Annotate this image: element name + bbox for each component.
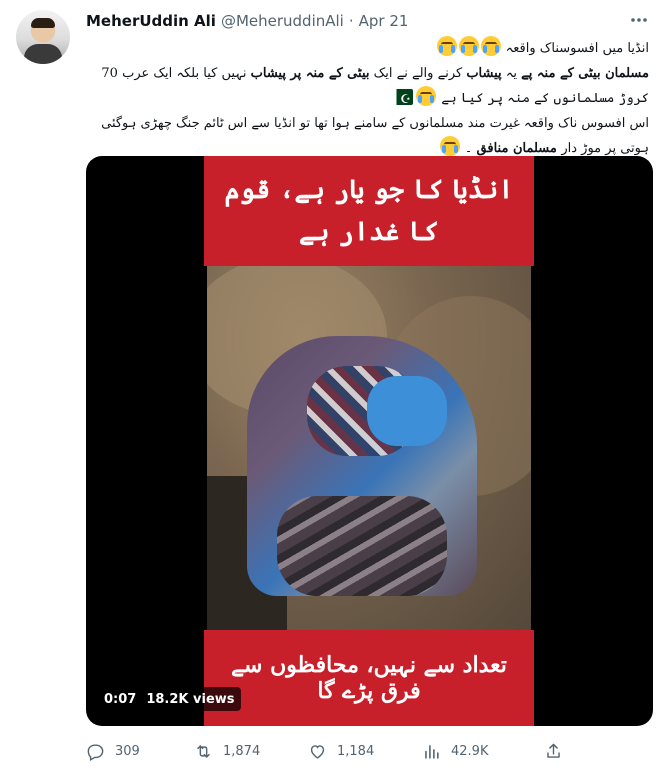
video-banner-top: انڈیا کا جو یار ہے، قوم کا غدار ہے (204, 156, 534, 266)
author-handle[interactable]: @MeheruddinAli (221, 12, 344, 30)
tweet-line-3: اس افسوس ناک واقعہ غیرت مند مسلمانوں کے … (86, 111, 649, 161)
clothing-pattern (277, 496, 447, 596)
retweet-button[interactable]: 1,874 (194, 742, 260, 761)
views-button[interactable]: 42.9K (422, 742, 488, 761)
avatar-hair (31, 18, 55, 28)
tweet-line-1-text: انڈیا میں افسوسناک واقعہ (505, 41, 649, 56)
crying-face-icon (439, 136, 460, 156)
crying-face-icon (480, 36, 501, 56)
tweet-line-2-bold-a: مسلمان بیٹی کے منہ پے (521, 66, 649, 81)
share-button[interactable] (544, 742, 563, 761)
more-icon[interactable] (629, 10, 649, 35)
video-stats-badge: 0:07 18.2K views (98, 687, 241, 711)
analytics-icon (425, 744, 439, 759)
tweet-text: انڈیا میں افسوسناک واقعہ مسلمان بیٹی کے … (86, 36, 649, 161)
tweet-actions: 309 1,874 1,184 42.9K (86, 738, 566, 764)
tweet-line-3-c: ۔ (464, 141, 477, 156)
heart-icon (310, 744, 325, 759)
video-banner-bottom: تعداد سے نہیں، محافظوں سے فرق پڑے گا (204, 630, 534, 726)
crying-face-icon (416, 86, 437, 106)
reply-icon (87, 743, 104, 761)
crying-face-icon (458, 36, 479, 56)
video-time: 0:07 (104, 691, 137, 707)
tweet-date[interactable]: Apr 21 (359, 12, 409, 30)
tweet-line-2: مسلمان بیٹی کے منہ پے یہ پیشاب کرنے والے… (86, 61, 649, 112)
tweet-header: MeherUddin Ali @MeheruddinAli · Apr 21 (86, 10, 408, 32)
retweet-icon (197, 744, 210, 758)
tweet-line-1: انڈیا میں افسوسناک واقعہ (86, 36, 649, 61)
video-frame (207, 266, 531, 630)
scarf-blue-patch (367, 376, 447, 446)
views-count: 42.9K (451, 743, 489, 759)
author-name[interactable]: MeherUddin Ali (86, 12, 216, 30)
tweet-line-2-bold-c: پیشاب (466, 66, 502, 81)
header-separator: · (348, 12, 354, 30)
person-figure (247, 336, 477, 596)
tweet-line-2-b: یہ (501, 66, 522, 81)
avatar-shirt (24, 44, 62, 64)
retweet-count: 1,874 (223, 743, 261, 759)
video-player[interactable]: انڈیا کا جو یار ہے، قوم کا غدار ہے تعداد… (86, 156, 653, 726)
reply-count: 309 (115, 743, 140, 759)
reply-button[interactable]: 309 (86, 742, 140, 761)
tweet-line-2-d: کرنے والے نے ایک (369, 66, 467, 81)
author-avatar[interactable] (16, 10, 70, 64)
tweet-line-2-bold-e: بیٹی کے منہ پر پیشاب (250, 66, 370, 81)
video-views: 18.2K views (146, 691, 235, 707)
crying-face-icon (436, 36, 457, 56)
tweet-line-3-a: اس افسوس ناک واقعہ غیرت مند مسلمانوں کے … (101, 116, 649, 156)
tweet-line-3-bold-b: مسلمان منافق (476, 141, 562, 156)
like-button[interactable]: 1,184 (308, 742, 374, 761)
share-icon (547, 743, 560, 758)
pakistan-flag-icon (391, 87, 414, 112)
like-count: 1,184 (337, 743, 375, 759)
